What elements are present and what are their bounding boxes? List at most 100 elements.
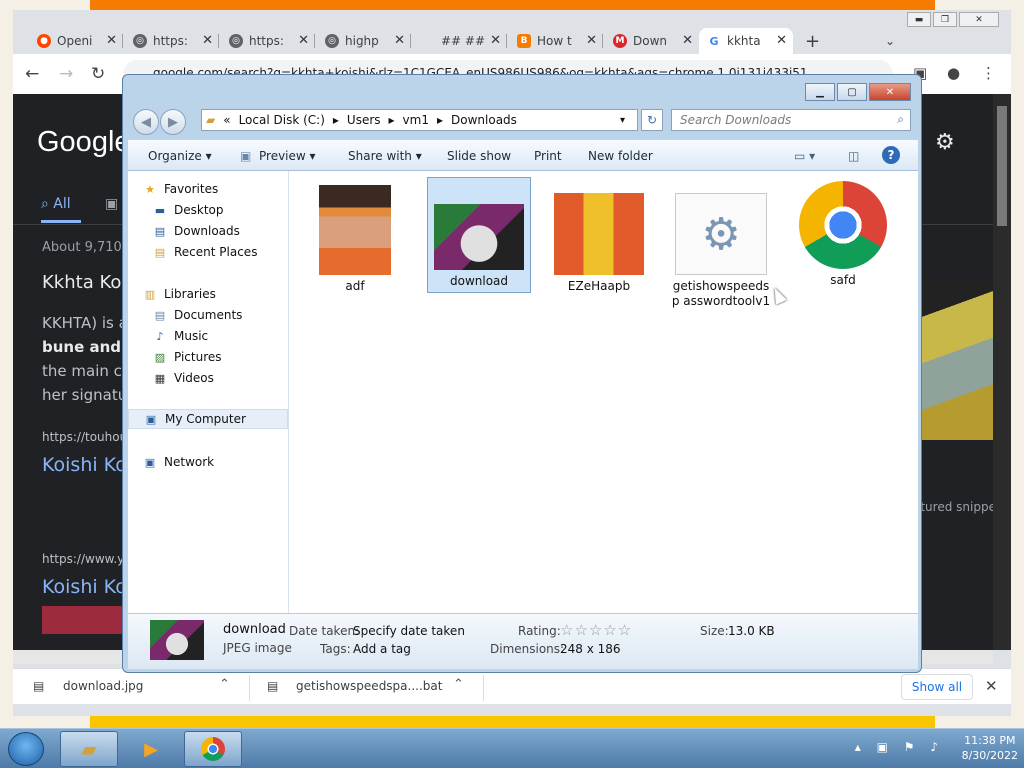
new-tab-button[interactable]: +: [805, 28, 829, 54]
date-taken-value[interactable]: Specify date taken: [353, 624, 465, 638]
close-button[interactable]: ✕: [869, 83, 911, 101]
breadcrumb-separator[interactable]: ▸: [389, 113, 395, 127]
tab-kkhta[interactable]: G kkhta ✕: [699, 28, 793, 54]
download-item-name[interactable]: getishowspeedspa....bat: [296, 679, 442, 693]
search-input[interactable]: Search Downloads ⌕: [671, 109, 911, 131]
result-link[interactable]: Koishi Ko: [42, 454, 127, 476]
tab-download[interactable]: M Down ✕: [605, 28, 699, 54]
rating-stars[interactable]: ☆☆☆☆☆: [560, 621, 632, 639]
new-folder-button[interactable]: New folder: [588, 149, 653, 163]
taskbar-chrome[interactable]: [184, 731, 242, 767]
breadcrumb-vm1[interactable]: vm1: [403, 113, 429, 127]
close-icon[interactable]: ✕: [682, 33, 693, 48]
forward-arrow-icon[interactable]: →: [59, 64, 73, 84]
explorer-titlebar[interactable]: [123, 75, 921, 105]
google-logo[interactable]: Google: [37, 126, 131, 159]
nav-network[interactable]: ▣ Network: [142, 452, 302, 472]
chrome-menu-icon[interactable]: ⋮: [981, 64, 996, 82]
gear-icon[interactable]: ⚙: [935, 130, 955, 155]
close-icon[interactable]: ✕: [490, 33, 501, 48]
tab-hash[interactable]: ## ## ✕: [413, 28, 507, 54]
breadcrumb-downloads[interactable]: Downloads: [451, 113, 517, 127]
nav-videos[interactable]: ▦ Videos: [152, 368, 312, 388]
forward-arrow-icon[interactable]: ▶: [160, 109, 186, 135]
breadcrumb-local-disk[interactable]: Local Disk (C:): [239, 113, 325, 127]
taskbar-explorer[interactable]: ▰: [60, 731, 118, 767]
print-button[interactable]: Print: [534, 149, 562, 163]
file-item-safd[interactable]: safd: [791, 179, 895, 288]
apps-menu-icon[interactable]: ⋮: [985, 132, 993, 153]
tab-reddit[interactable]: ● Openi ✕: [29, 28, 123, 54]
nav-favorites[interactable]: ★ Favorites: [142, 179, 302, 199]
chevron-down-icon[interactable]: ▾: [620, 115, 625, 126]
slide-show-button[interactable]: Slide show: [447, 149, 511, 163]
tab-highp[interactable]: ◎ highp ✕: [317, 28, 411, 54]
maximize-button[interactable]: ❐: [933, 12, 957, 27]
nav-music[interactable]: ♪ Music: [152, 326, 312, 346]
close-icon[interactable]: ✕: [776, 33, 787, 48]
breadcrumb-overflow[interactable]: «: [223, 113, 230, 127]
close-icon[interactable]: ✕: [298, 33, 309, 48]
clock[interactable]: 11:38 PM 8/30/2022: [962, 733, 1018, 763]
breadcrumb-users[interactable]: Users: [347, 113, 381, 127]
file-item-ezehaapb[interactable]: EZeHaapb: [547, 179, 651, 294]
start-button[interactable]: [8, 732, 44, 766]
tab-https-1[interactable]: ◎ https: ✕: [125, 28, 219, 54]
close-icon[interactable]: ✕: [394, 33, 405, 48]
file-item-getishowspeed[interactable]: ⚙ getishowspeedsp asswordtoolv1: [669, 179, 773, 309]
profile-avatar-icon[interactable]: ●: [947, 64, 960, 82]
taskbar-media-player[interactable]: ▶: [122, 731, 180, 767]
breadcrumb-separator[interactable]: ▸: [333, 113, 339, 127]
file-item-download[interactable]: download: [427, 177, 531, 293]
file-item-adf[interactable]: adf: [303, 179, 407, 294]
organize-button[interactable]: Organize ▾: [148, 149, 212, 163]
tab-label: Openi: [57, 34, 93, 48]
video-thumbnail[interactable]: [42, 606, 126, 634]
chevron-up-icon[interactable]: ⌃: [453, 677, 464, 692]
minimize-button[interactable]: ▬: [907, 12, 931, 27]
preview-pane-icon[interactable]: ◫: [848, 149, 859, 163]
preview-button[interactable]: Preview ▾: [259, 149, 316, 163]
maximize-button[interactable]: ▢: [837, 83, 867, 101]
reload-icon[interactable]: ↻: [91, 64, 105, 84]
nav-documents[interactable]: ▤ Documents: [152, 305, 312, 325]
nav-recent-places[interactable]: ▤ Recent Places: [152, 242, 312, 262]
nav-my-computer[interactable]: ▣ My Computer: [128, 409, 288, 429]
back-arrow-icon[interactable]: ◀: [133, 109, 159, 135]
show-all-button[interactable]: Show all: [901, 674, 973, 700]
tab-all[interactable]: ⌕ All: [41, 196, 71, 212]
tab-https-2[interactable]: ◎ https: ✕: [221, 28, 315, 54]
close-icon[interactable]: ✕: [202, 33, 213, 48]
result-url[interactable]: https://www.y: [42, 552, 124, 566]
address-bar[interactable]: ▰ « Local Disk (C:) ▸ Users ▸ vm1 ▸ Down…: [201, 109, 638, 131]
close-icon[interactable]: ✕: [106, 33, 117, 48]
tab-label: ## ##: [441, 34, 486, 48]
result-link[interactable]: Koishi Ko: [42, 576, 127, 598]
nav-downloads[interactable]: ▤ Downloads: [152, 221, 312, 241]
back-arrow-icon[interactable]: ←: [25, 64, 39, 84]
close-icon[interactable]: ✕: [985, 677, 998, 695]
close-button[interactable]: ✕: [959, 12, 999, 27]
view-options-icon[interactable]: ▭ ▾: [794, 149, 815, 163]
system-tray[interactable]: ▴ ▣ ⚑ ♪: [855, 740, 944, 754]
chevron-up-icon[interactable]: ⌃: [219, 677, 230, 692]
minimize-button[interactable]: ▁: [805, 83, 835, 101]
tags-value[interactable]: Add a tag: [353, 642, 411, 656]
refresh-icon[interactable]: ↻: [641, 109, 663, 131]
nav-libraries[interactable]: ▥ Libraries: [142, 284, 302, 304]
result-url[interactable]: https://touhou: [42, 430, 127, 444]
search-icon[interactable]: ⌕: [897, 112, 904, 127]
share-with-button[interactable]: Share with ▾: [348, 149, 422, 163]
featured-image[interactable]: [921, 280, 993, 440]
breadcrumb-separator[interactable]: ▸: [437, 113, 443, 127]
tab-search-button[interactable]: ⌄: [885, 28, 905, 54]
help-icon[interactable]: ?: [882, 146, 900, 164]
close-icon[interactable]: ✕: [586, 33, 597, 48]
tab-how-to[interactable]: B How t ✕: [509, 28, 603, 54]
tab-images-icon[interactable]: ▣: [105, 196, 118, 212]
nav-pictures[interactable]: ▨ Pictures: [152, 347, 312, 367]
tab-label: How t: [537, 34, 572, 48]
download-item-name[interactable]: download.jpg: [63, 679, 143, 693]
page-scrollbar-thumb[interactable]: [997, 106, 1007, 226]
nav-desktop[interactable]: ▬ Desktop: [152, 200, 312, 220]
